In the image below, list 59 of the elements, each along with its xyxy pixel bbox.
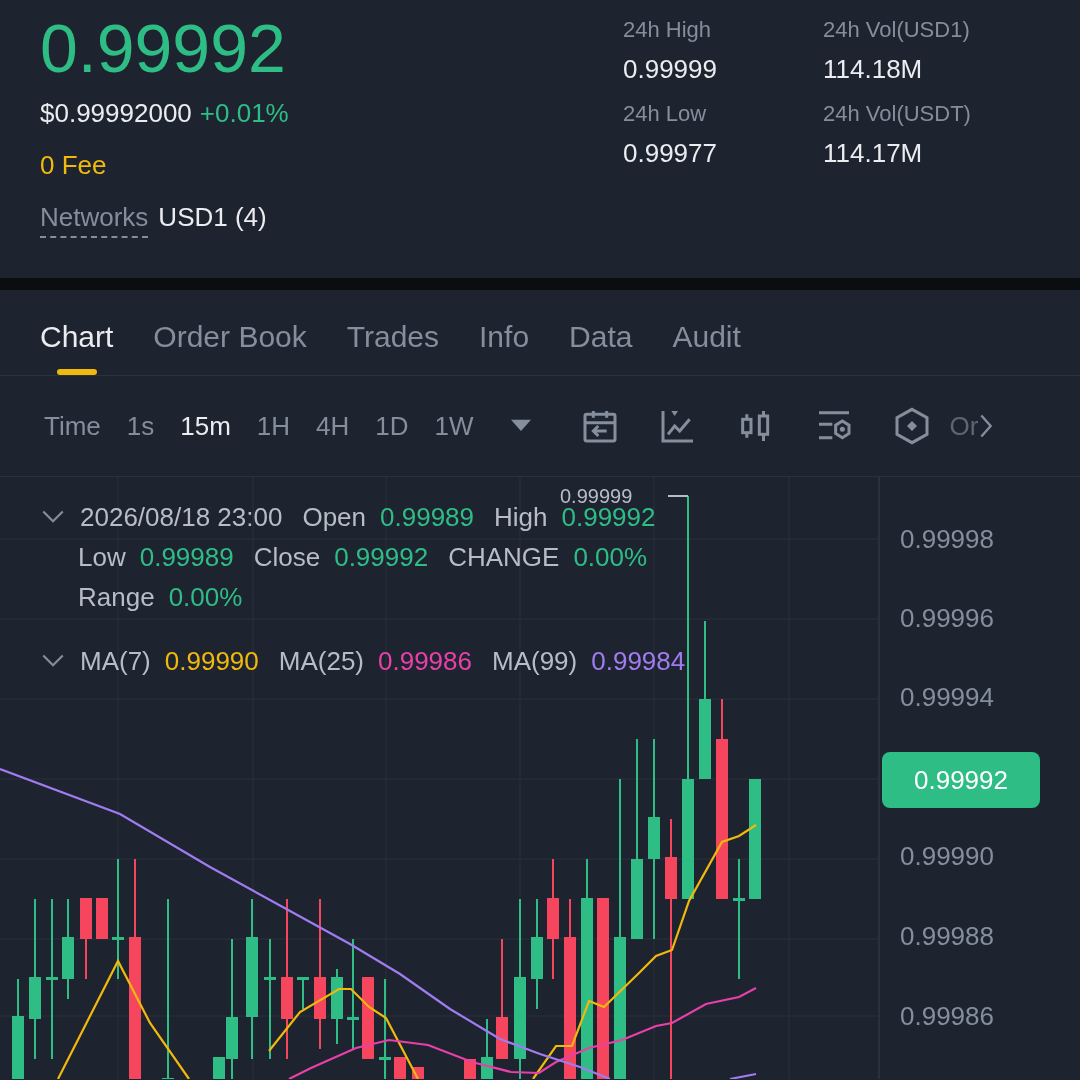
chevron-right-icon[interactable] — [978, 412, 993, 440]
interval-tab[interactable]: 4H — [316, 406, 350, 446]
usd-price: $0.99992000 — [40, 97, 192, 130]
interval-tab[interactable]: 1D — [375, 406, 409, 446]
field-value: 0.00% — [573, 541, 648, 574]
axis-price-label: 0.99988 — [900, 921, 994, 951]
candle — [297, 976, 309, 1010]
field-value: 0.00% — [168, 581, 243, 614]
current-price-badge: 0.99992 — [882, 752, 1040, 808]
stat-label: 24h High — [623, 16, 713, 44]
ma-label: MA(25) — [278, 645, 364, 678]
interval-tab[interactable]: 1W — [434, 406, 474, 446]
field-label: CHANGE — [448, 541, 560, 574]
field-label: Close — [253, 541, 321, 574]
stat-label: 24h Low — [623, 100, 708, 128]
stat-value: 0.99977 — [623, 137, 718, 170]
ma-value: 0.99990 — [164, 645, 259, 678]
field-value: 0.99992 — [334, 541, 429, 574]
ma-value: 0.99984 — [591, 645, 686, 678]
ma-label: MA(99) — [492, 645, 578, 678]
tab[interactable]: Order Book — [153, 319, 307, 375]
high-marker-line — [667, 495, 689, 497]
tab[interactable]: Audit — [672, 319, 741, 375]
more-tools-label[interactable]: Or — [949, 406, 979, 446]
networks-value: USD1 (4) — [158, 201, 267, 234]
ma-value: 0.99986 — [378, 645, 472, 678]
axis-price-label: 0.99986 — [900, 1001, 994, 1031]
axis-price-label: 0.99994 — [900, 682, 994, 712]
stat-label: 24h Vol(USD1) — [823, 16, 971, 44]
last-price: 0.99992 — [40, 9, 286, 88]
price-change: +0.01% — [199, 97, 289, 130]
field-label: High — [494, 501, 548, 534]
candle-time: 2026/08/18 23:00 — [80, 501, 283, 534]
stat-value: 114.18M — [823, 53, 924, 86]
stat-label: 24h Vol(USDT) — [823, 100, 972, 128]
stat-value: 0.99999 — [623, 53, 718, 86]
candle — [481, 1018, 493, 1079]
candle — [394, 1056, 406, 1079]
candle — [96, 897, 108, 940]
axis-price-label: 0.99990 — [900, 841, 994, 871]
interval-tab[interactable]: 1s — [126, 406, 155, 446]
time-label: Time — [44, 409, 101, 443]
tab[interactable]: Chart — [40, 319, 114, 375]
tab[interactable]: Info — [479, 319, 530, 375]
ma-label: MA(7) — [80, 645, 151, 678]
field-label: Open — [302, 501, 367, 534]
interval-tab[interactable]: 1H — [256, 406, 291, 446]
axis-price-label: 0.99996 — [900, 603, 994, 633]
tab[interactable]: Trades — [346, 319, 440, 375]
tab[interactable]: Data — [569, 319, 633, 375]
fee-label: 0 Fee — [40, 149, 107, 182]
field-label: Range — [78, 581, 155, 614]
field-label: Low — [78, 541, 126, 574]
stat-value: 114.17M — [823, 137, 924, 170]
interval-tab[interactable]: 15m — [180, 406, 231, 446]
networks-link[interactable]: Networks — [40, 200, 149, 238]
field-value: 0.99989 — [139, 541, 234, 574]
axis-price-label: 0.99998 — [900, 524, 994, 554]
field-value: 0.99989 — [380, 501, 474, 534]
